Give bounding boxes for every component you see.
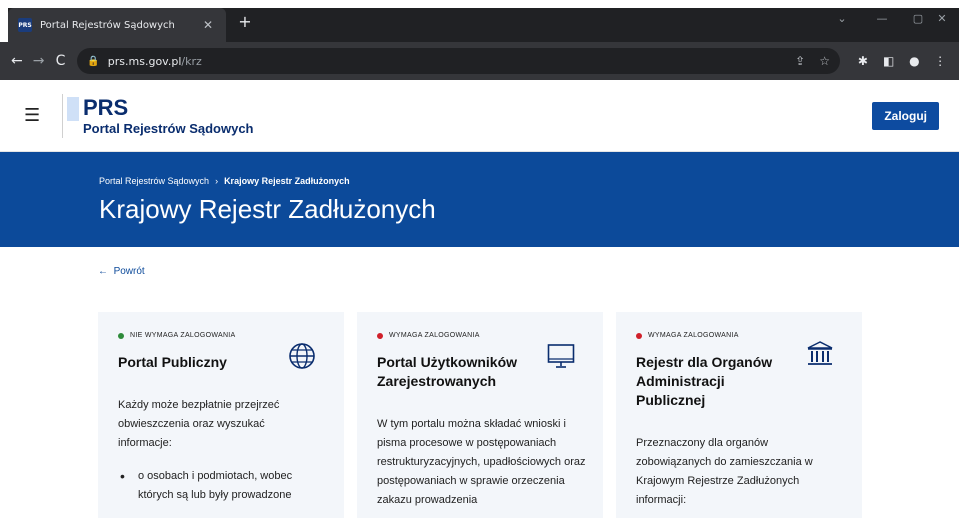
arrow-left-icon: ← bbox=[98, 266, 108, 277]
breadcrumb-home-link[interactable]: Portal Rejestrów Sądowych bbox=[99, 176, 209, 186]
lock-icon[interactable]: 🔒 bbox=[87, 56, 99, 67]
side-panel-icon[interactable]: ◧ bbox=[876, 54, 902, 68]
menu-dots-icon[interactable]: ⋮ bbox=[927, 54, 953, 68]
close-tab-icon[interactable]: ✕ bbox=[200, 18, 216, 32]
badge-label: WYMAGA ZALOGOWANIA bbox=[648, 332, 739, 339]
url-path: /krz bbox=[181, 54, 202, 68]
site-header: ☰ PRS Portal Rejestrów Sądowych Zaloguj bbox=[0, 80, 959, 152]
monitor-icon bbox=[547, 344, 575, 368]
extensions-icon[interactable]: ✱ bbox=[850, 54, 876, 68]
share-icon[interactable]: ⇪ bbox=[795, 54, 805, 68]
hero-banner: Portal Rejestrów Sądowych › Krajowy Reje… bbox=[0, 152, 959, 247]
status-dot bbox=[636, 332, 642, 339]
page-title: Krajowy Rejestr Zadłużonych bbox=[99, 194, 436, 224]
login-status-badge: NIE WYMAGA ZALOGOWANIA bbox=[118, 332, 324, 339]
page-content: ☰ PRS Portal Rejestrów Sądowych Zaloguj … bbox=[0, 80, 959, 518]
status-dot bbox=[377, 332, 383, 339]
logo-acronym: PRS bbox=[83, 95, 129, 120]
star-icon[interactable]: ☆ bbox=[819, 54, 830, 68]
card-title[interactable]: Rejestr dla Organów Administracji Public… bbox=[636, 353, 796, 410]
card-description: Każdy może bezpłatnie przejrzeć obwieszc… bbox=[118, 399, 280, 449]
card-public-administration-register[interactable]: WYMAGA ZALOGOWANIA Rejestr dla Organów A… bbox=[616, 312, 862, 518]
badge-label: WYMAGA ZALOGOWANIA bbox=[389, 332, 480, 339]
login-button[interactable]: Zaloguj bbox=[872, 102, 939, 130]
forward-arrow-icon[interactable]: → bbox=[28, 53, 50, 69]
url-field[interactable]: 🔒 prs.ms.gov.pl/krz ⇪ ☆ bbox=[77, 48, 840, 74]
badge-label: NIE WYMAGA ZALOGOWANIA bbox=[130, 332, 236, 339]
logo-subtitle: Portal Rejestrów Sądowych bbox=[83, 121, 254, 136]
url-host: prs.ms.gov.pl bbox=[107, 54, 182, 68]
card-list: o osobach i podmiotach, wobec których są… bbox=[118, 467, 324, 505]
globe-icon bbox=[289, 343, 315, 369]
favicon-icon: PRS bbox=[18, 18, 32, 32]
card-title[interactable]: Portal Użytkowników Zarejestrowanych bbox=[377, 353, 547, 391]
back-link[interactable]: ← Powrót bbox=[98, 266, 145, 277]
address-bar: ← → C 🔒 prs.ms.gov.pl/krz ⇪ ☆ ✱ ◧ ● ⋮ bbox=[0, 42, 959, 80]
card-title[interactable]: Portal Publiczny bbox=[118, 353, 268, 372]
breadcrumb-current: Krajowy Rejestr Zadłużonych bbox=[224, 176, 350, 186]
back-link-label: Powrót bbox=[113, 266, 145, 277]
tab-strip: PRS Portal Rejestrów Sądowych ✕ + ⌄ — ▢ … bbox=[0, 0, 959, 42]
status-dot bbox=[118, 332, 124, 339]
profile-icon[interactable]: ● bbox=[902, 54, 928, 68]
card-public-portal[interactable]: NIE WYMAGA ZALOGOWANIA Portal Publiczny … bbox=[98, 312, 344, 518]
card-description: W tym portalu można składać wnioski i pi… bbox=[377, 418, 586, 506]
site-logo[interactable]: PRS Portal Rejestrów Sądowych bbox=[67, 95, 254, 136]
breadcrumb-chevron-icon: › bbox=[215, 176, 219, 186]
list-item: o osobach i podmiotach, wobec których są… bbox=[118, 467, 324, 505]
back-arrow-icon[interactable]: ← bbox=[6, 53, 28, 69]
reload-icon[interactable]: C bbox=[50, 53, 72, 69]
card-description: Przeznaczony dla organów zobowiązanych d… bbox=[636, 437, 813, 506]
minimize-icon[interactable]: — bbox=[862, 8, 902, 30]
chevron-down-icon[interactable]: ⌄ bbox=[822, 8, 862, 30]
new-tab-icon[interactable]: + bbox=[234, 12, 256, 31]
hamburger-menu-icon[interactable]: ☰ bbox=[24, 105, 44, 126]
close-window-icon[interactable]: ✕ bbox=[925, 8, 959, 30]
login-status-badge: WYMAGA ZALOGOWANIA bbox=[636, 332, 842, 339]
breadcrumb: Portal Rejestrów Sądowych › Krajowy Reje… bbox=[99, 176, 959, 186]
card-registered-users-portal[interactable]: WYMAGA ZALOGOWANIA Portal Użytkowników Z… bbox=[357, 312, 603, 518]
browser-window: PRS Portal Rejestrów Sądowych ✕ + ⌄ — ▢ … bbox=[0, 0, 959, 518]
logo-accent-bar bbox=[67, 97, 79, 121]
tab-title: Portal Rejestrów Sądowych bbox=[40, 19, 175, 31]
institution-building-icon bbox=[807, 341, 833, 365]
browser-tab[interactable]: PRS Portal Rejestrów Sądowych ✕ bbox=[8, 8, 226, 42]
header-divider bbox=[62, 93, 63, 138]
login-status-badge: WYMAGA ZALOGOWANIA bbox=[377, 332, 583, 339]
